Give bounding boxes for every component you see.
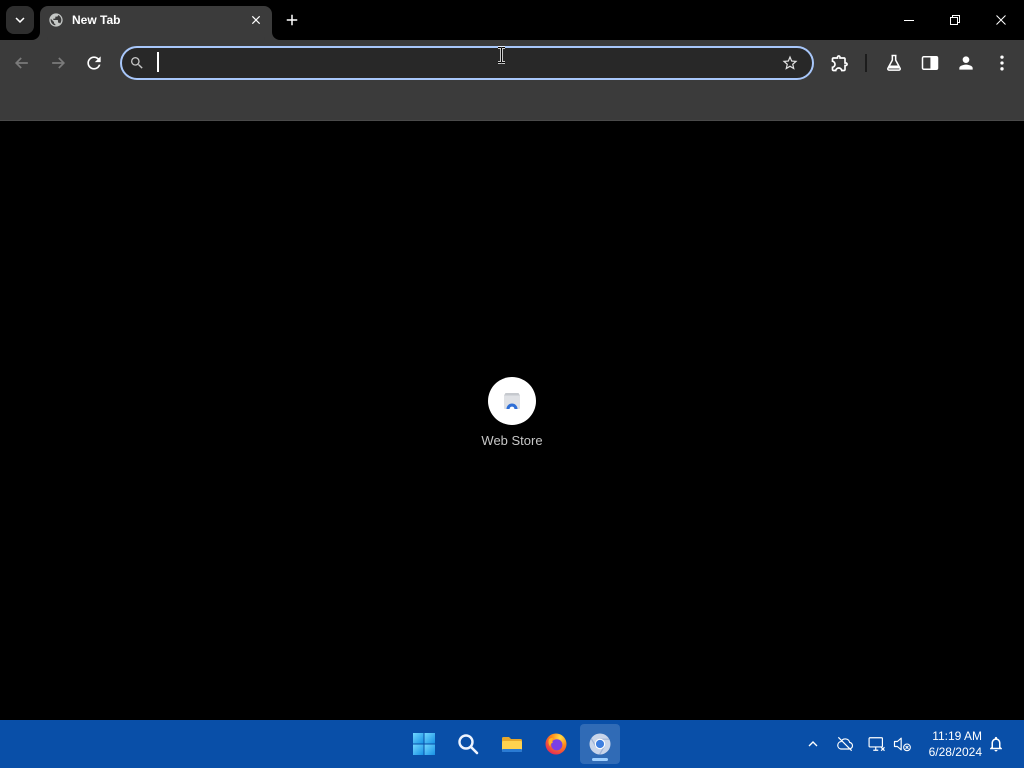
- arrow-left-icon: [12, 53, 32, 73]
- extensions-puzzle-icon: [830, 53, 850, 73]
- tab-title: New Tab: [72, 13, 121, 27]
- active-app-indicator: [592, 758, 608, 761]
- onedrive-tray-button[interactable]: [833, 732, 857, 756]
- bell-icon: [987, 735, 1005, 753]
- plus-icon: [283, 11, 301, 29]
- volume-tray-button[interactable]: [890, 732, 914, 756]
- omnibox[interactable]: [120, 46, 814, 80]
- i-beam-cursor-icon: [497, 46, 506, 64]
- taskbar: 11:19 AM 6/28/2024: [0, 720, 1024, 768]
- labs-button[interactable]: [878, 47, 910, 79]
- file-explorer-button[interactable]: [492, 724, 532, 764]
- reload-icon: [84, 53, 104, 73]
- chrome-button[interactable]: [580, 724, 620, 764]
- file-explorer-icon: [500, 732, 524, 756]
- notification-center-button[interactable]: [984, 732, 1008, 756]
- back-button[interactable]: [6, 47, 38, 79]
- text-caret: [157, 52, 159, 72]
- bookmark-button[interactable]: [776, 49, 804, 77]
- profile-icon: [956, 53, 976, 73]
- tab-strip: New Tab: [0, 0, 1024, 40]
- forward-button[interactable]: [42, 47, 74, 79]
- restore-icon: [950, 15, 960, 25]
- chevron-up-icon: [805, 736, 821, 752]
- taskbar-clock[interactable]: 11:19 AM 6/28/2024: [912, 728, 982, 760]
- shortcut-web-store[interactable]: Web Store: [456, 369, 568, 457]
- search-icon: [129, 55, 145, 71]
- clock-date: 6/28/2024: [928, 745, 982, 759]
- close-icon: [996, 15, 1006, 25]
- show-hidden-icons-button[interactable]: [801, 732, 825, 756]
- taskbar-search-button[interactable]: [448, 724, 488, 764]
- arrow-right-icon: [48, 53, 68, 73]
- shortcut-label: Web Store: [481, 433, 543, 448]
- search-icon: [456, 732, 480, 756]
- toolbar: [0, 40, 1024, 84]
- network-icon: [867, 734, 887, 754]
- extensions-button[interactable]: [824, 47, 856, 79]
- chrome-icon: [588, 732, 612, 756]
- chevron-down-icon: [11, 11, 29, 29]
- globe-icon: [48, 12, 64, 28]
- side-panel-button[interactable]: [914, 47, 946, 79]
- profile-button[interactable]: [950, 47, 982, 79]
- minimize-icon: [904, 15, 914, 25]
- volume-muted-icon: [892, 734, 912, 754]
- network-tray-button[interactable]: [865, 732, 889, 756]
- more-vert-icon: [992, 53, 1012, 73]
- reload-button[interactable]: [78, 47, 110, 79]
- tab-search-button[interactable]: [6, 6, 34, 34]
- clock-time: 11:19 AM: [932, 729, 982, 743]
- tab-new-tab[interactable]: New Tab: [40, 6, 272, 40]
- firefox-button[interactable]: [536, 724, 576, 764]
- firefox-icon: [544, 732, 568, 756]
- bookmarks-bar: [0, 84, 1024, 121]
- new-tab-button[interactable]: [278, 6, 306, 34]
- shortcut-icon-container: [488, 377, 536, 425]
- new-tab-page: Web Store: [0, 121, 1024, 720]
- close-window-button[interactable]: [978, 0, 1024, 40]
- close-icon: [249, 13, 263, 27]
- star-icon: [781, 54, 799, 72]
- menu-button[interactable]: [986, 47, 1018, 79]
- side-panel-icon: [920, 53, 940, 73]
- start-button[interactable]: [404, 724, 444, 764]
- address-input[interactable]: [152, 48, 772, 78]
- minimize-button[interactable]: [886, 0, 932, 40]
- labs-beaker-icon: [884, 53, 904, 73]
- toolbar-separator: [865, 54, 867, 72]
- chrome-web-store-icon: [500, 389, 524, 413]
- onedrive-offline-icon: [835, 734, 855, 754]
- windows-start-icon: [412, 732, 436, 756]
- restore-button[interactable]: [932, 0, 978, 40]
- tab-close-button[interactable]: [246, 10, 266, 30]
